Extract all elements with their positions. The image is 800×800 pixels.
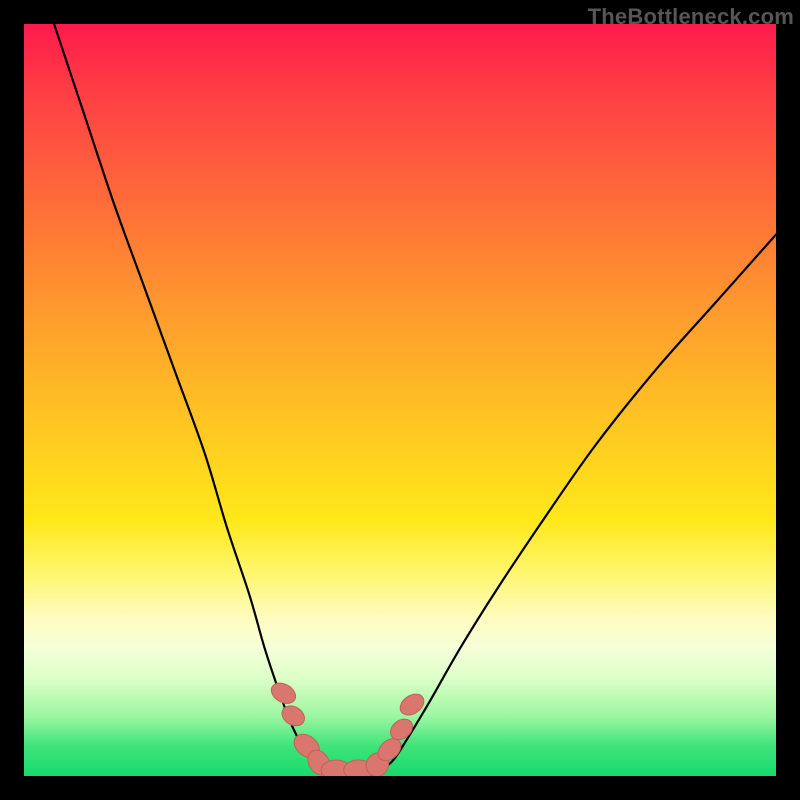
curve-layer (54, 24, 776, 774)
marker-blob (396, 690, 428, 720)
chart-plot-area (24, 24, 776, 776)
chart-svg (24, 24, 776, 776)
bottleneck-curve (54, 24, 776, 774)
marker-blob (278, 702, 308, 730)
watermark-text: TheBottleneck.com (588, 4, 794, 30)
marker-blob (268, 679, 300, 708)
chart-stage: TheBottleneck.com (0, 0, 800, 800)
